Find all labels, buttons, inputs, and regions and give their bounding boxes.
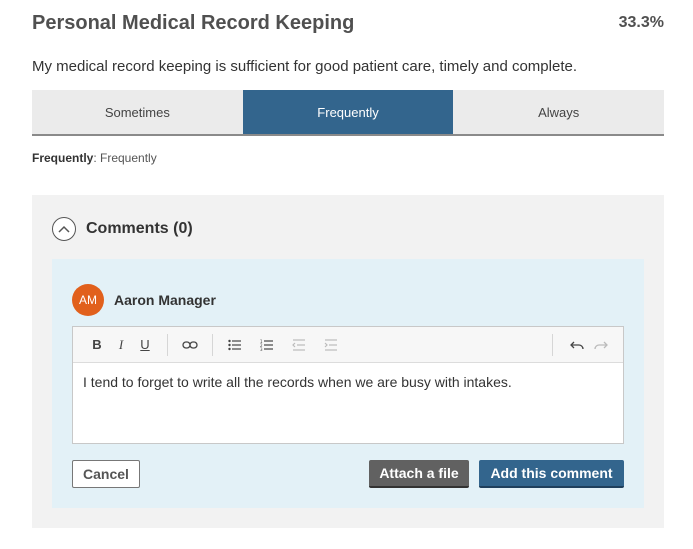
numbered-list-icon[interactable]: 123 [255, 333, 279, 357]
add-comment-button[interactable]: Add this comment [479, 460, 624, 488]
answer-options: Sometimes Frequently Always [32, 90, 664, 136]
italic-button[interactable]: I [109, 333, 133, 357]
comments-title: Comments (0) [86, 220, 193, 237]
selected-answer-value: : Frequently [93, 151, 157, 165]
toolbar-divider [167, 333, 168, 356]
comments-header[interactable]: Comments (0) [52, 216, 193, 242]
editor-toolbar: B I U 123 [73, 327, 623, 363]
author-name: Aaron Manager [114, 292, 216, 308]
bold-button[interactable]: B [85, 333, 109, 357]
option-sometimes[interactable]: Sometimes [32, 90, 243, 134]
cancel-button[interactable]: Cancel [72, 460, 140, 488]
outdent-icon[interactable] [287, 333, 311, 357]
attach-file-button[interactable]: Attach a file [369, 460, 469, 488]
option-always[interactable]: Always [453, 90, 664, 134]
underline-button[interactable]: U [133, 333, 157, 357]
toolbar-divider [212, 333, 213, 356]
redo-icon[interactable] [589, 333, 613, 357]
avatar: AM [72, 284, 104, 316]
indent-icon[interactable] [319, 333, 343, 357]
comment-text-area[interactable]: I tend to forget to write all the record… [73, 363, 623, 401]
chevron-up-icon[interactable] [52, 217, 76, 241]
bullet-list-icon[interactable] [223, 333, 247, 357]
selected-answer-summary: Frequently: Frequently [32, 151, 157, 165]
comment-editor: B I U 123 I tend to forget to write all … [72, 326, 624, 444]
selected-answer-label: Frequently [32, 151, 94, 165]
undo-icon[interactable] [565, 333, 589, 357]
comments-panel: Comments (0) AM Aaron Manager B I U 123 [32, 195, 664, 528]
page-title: Personal Medical Record Keeping [32, 12, 355, 34]
link-icon[interactable] [178, 333, 202, 357]
comment-compose-box: AM Aaron Manager B I U 123 I tend to for… [52, 259, 644, 508]
header: Personal Medical Record Keeping 33.3% [32, 12, 664, 40]
svg-text:3: 3 [260, 347, 263, 351]
comment-author: AM Aaron Manager [72, 284, 216, 316]
toolbar-divider [552, 334, 553, 356]
history-controls [542, 333, 613, 357]
score-percentage: 33.3% [618, 14, 664, 31]
question-text: My medical record keeping is sufficient … [32, 58, 577, 75]
option-frequently[interactable]: Frequently [242, 90, 454, 134]
